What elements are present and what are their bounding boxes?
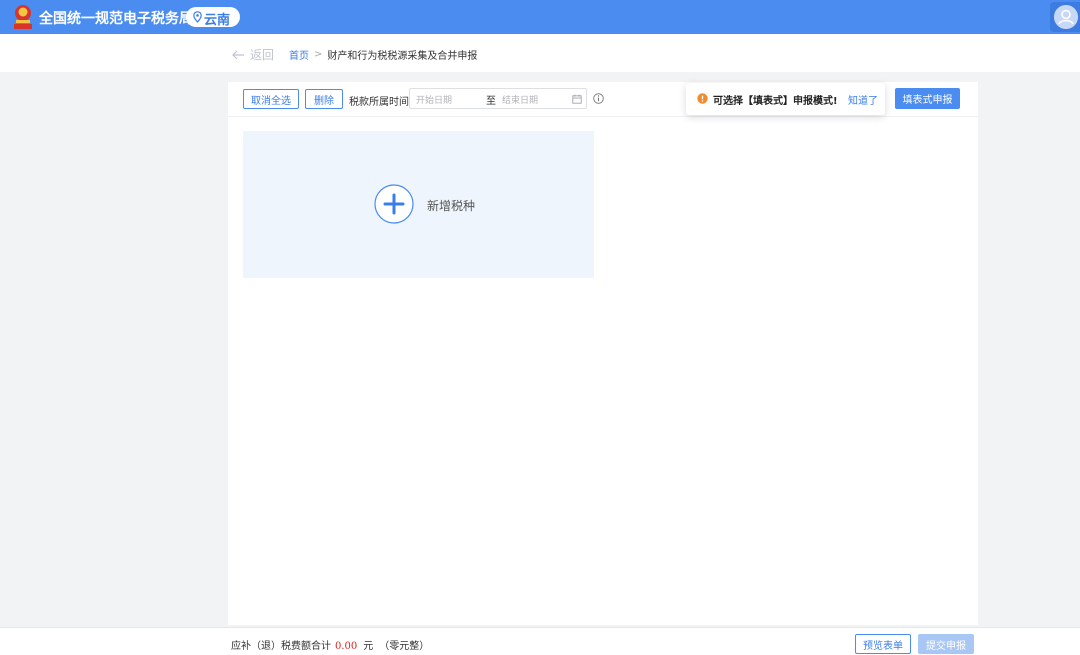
main-panel: 取消全选 删除 税款所属时间 开始日期 至 结束日期 填表式申报 新增税种 xyxy=(228,82,978,625)
preview-form-button[interactable]: 预览表单 xyxy=(855,634,911,654)
region-label: 云南 xyxy=(204,13,231,28)
tax-total-label: 应补（退）税费额合计 xyxy=(231,641,331,652)
user-menu[interactable] xyxy=(1050,2,1080,32)
date-range-separator: 至 xyxy=(486,96,496,107)
tax-total-unit: 元 xyxy=(363,641,374,652)
mode-tip-popover: 可选择【填表式】申报模式! 知道了 xyxy=(686,83,885,115)
location-pin-icon xyxy=(193,11,202,23)
top-header: 全国统一规范电子税务局 云南 xyxy=(0,0,1080,34)
info-icon[interactable] xyxy=(593,93,604,104)
tax-total: 应补（退）税费额合计 0.00 元 （零元整） xyxy=(231,637,429,652)
add-tax-type-card[interactable]: 新增税种 xyxy=(243,131,594,278)
date-range-picker[interactable]: 开始日期 至 结束日期 xyxy=(409,88,587,109)
breadcrumb: 首页 > 财产和行为税税源采集及合并申报 xyxy=(289,47,477,62)
form-declare-button[interactable]: 填表式申报 xyxy=(895,88,960,109)
emblem-icon xyxy=(14,5,32,29)
delete-button[interactable]: 删除 xyxy=(305,89,343,109)
footer-bar: 应补（退）税费额合计 0.00 元 （零元整） 预览表单 提交申报 xyxy=(0,627,1080,655)
back-label: 返回 xyxy=(250,48,275,62)
date-end-input[interactable]: 结束日期 xyxy=(502,93,538,106)
date-start-input[interactable]: 开始日期 xyxy=(416,93,452,106)
warning-icon xyxy=(697,93,708,104)
deselect-all-button[interactable]: 取消全选 xyxy=(243,89,299,109)
divider xyxy=(228,116,978,117)
breadcrumb-current: 财产和行为税税源采集及合并申报 xyxy=(327,51,478,62)
breadcrumb-home[interactable]: 首页 xyxy=(289,47,309,62)
submit-declaration-button[interactable]: 提交申报 xyxy=(918,634,974,654)
site-title: 全国统一规范电子税务局 xyxy=(39,11,193,27)
back-button[interactable]: 返回 xyxy=(231,46,274,63)
tax-total-in-words: （零元整） xyxy=(379,641,430,652)
user-avatar-icon xyxy=(1054,5,1078,29)
tax-total-amount: 0.00 xyxy=(335,641,358,652)
region-selector[interactable]: 云南 xyxy=(186,7,240,28)
calendar-icon xyxy=(572,94,582,104)
add-tax-type-label: 新增税种 xyxy=(427,199,476,213)
plus-circle-icon xyxy=(374,184,414,224)
tax-period-label: 税款所属时间 xyxy=(349,97,409,108)
arrow-left-icon xyxy=(232,50,244,59)
tip-message: 可选择【填表式】申报模式! xyxy=(713,96,838,107)
breadcrumb-separator: > xyxy=(314,49,323,60)
breadcrumb-bar: 返回 首页 > 财产和行为税税源采集及合并申报 xyxy=(0,34,1080,72)
tip-acknowledge-link[interactable]: 知道了 xyxy=(848,92,878,107)
